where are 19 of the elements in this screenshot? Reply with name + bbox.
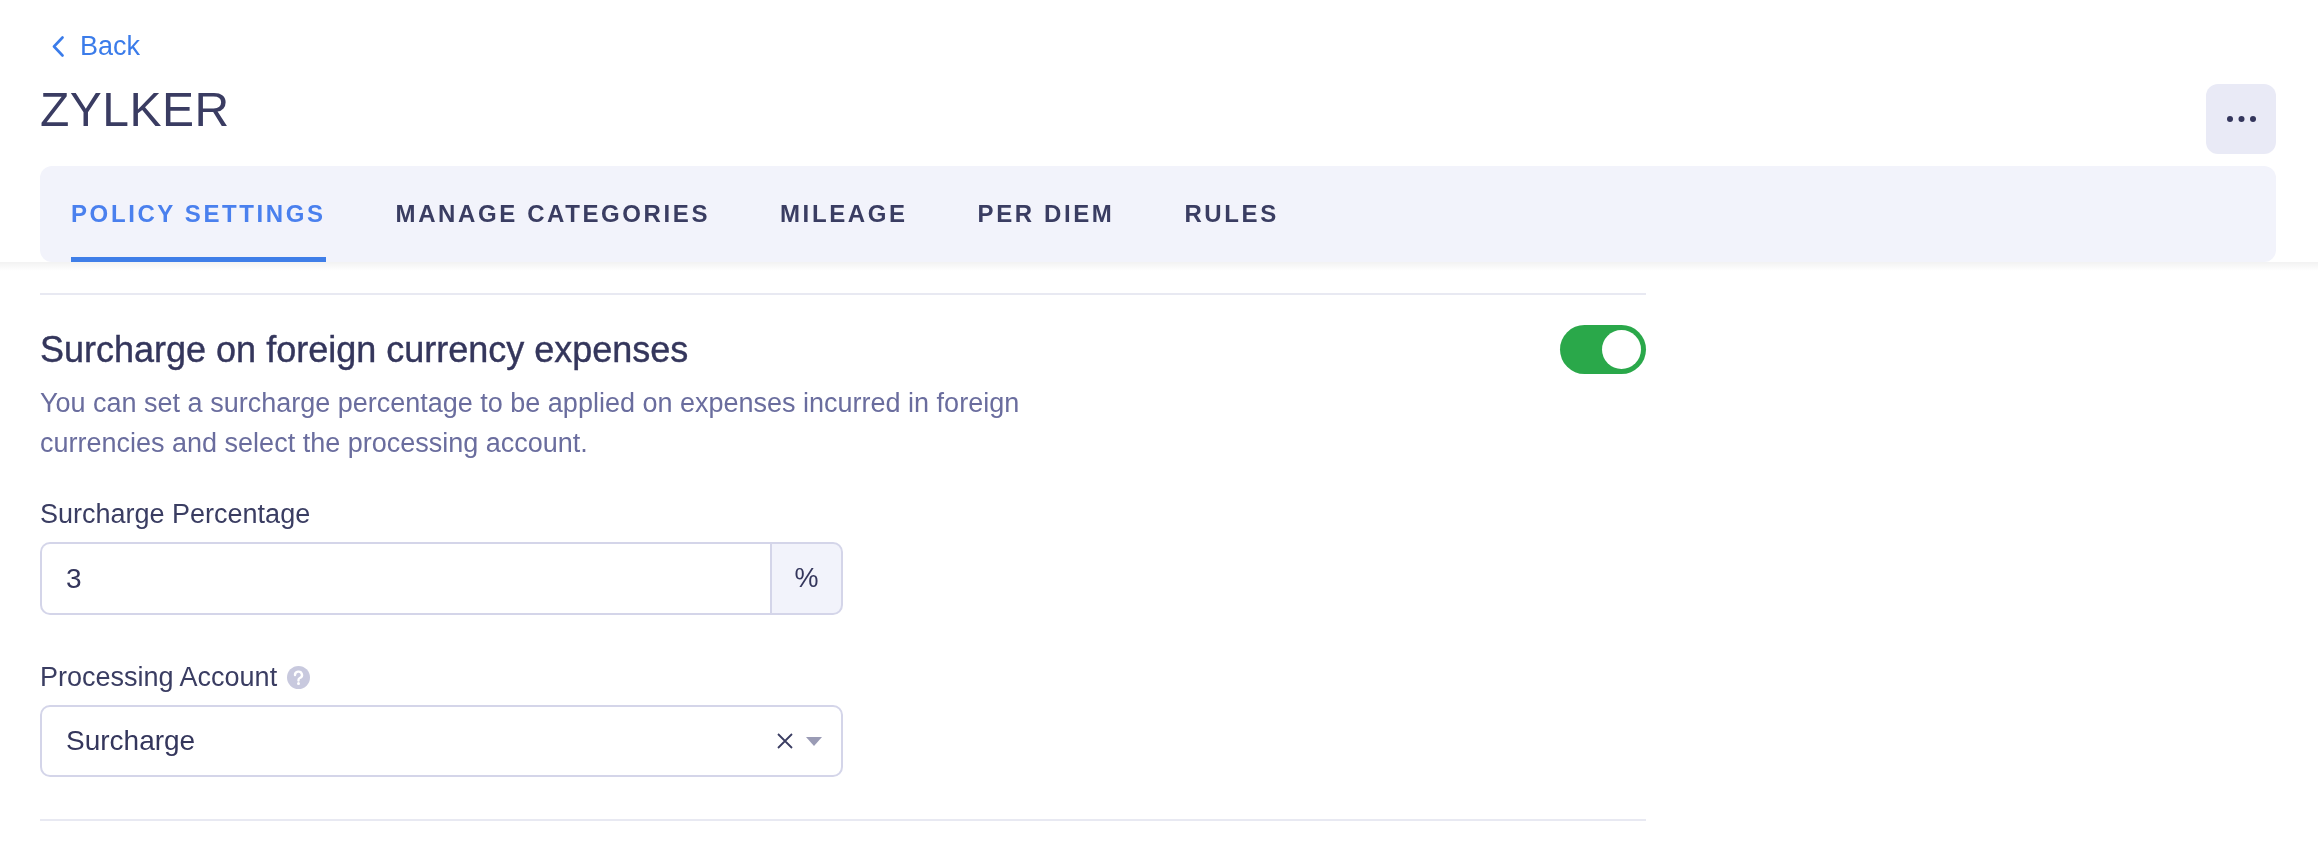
- tab[interactable]: RULES: [1184, 166, 1279, 262]
- caret-icon: [806, 736, 822, 746]
- tab[interactable]: MANAGE CATEGORIES: [395, 166, 711, 262]
- unit-suffix: %: [770, 542, 843, 615]
- dropdown-select[interactable]: Surcharge: [40, 705, 843, 777]
- section-heading: Surcharge on foreign currency expenses: [40, 327, 689, 372]
- clear-icon[interactable]: [777, 733, 793, 749]
- tab[interactable]: PER DIEM: [977, 166, 1115, 262]
- tab[interactable]: MILEAGE: [780, 166, 908, 262]
- section-description: You can set a surcharge percentage to be applied on expenses incurred in foreign currencies and select the processing account.: [40, 387, 1021, 460]
- back-link[interactable]: Back: [52, 31, 141, 61]
- chevron-left-icon: [52, 35, 64, 57]
- field-label: Surcharge Percentage: [40, 498, 311, 531]
- ellipsis-icon: [2226, 116, 2256, 122]
- page-title: ZYLKER: [40, 82, 230, 138]
- field-label: Processing Account: [40, 661, 278, 694]
- text-input[interactable]: 3: [40, 542, 770, 615]
- more-button[interactable]: [2206, 84, 2276, 154]
- toggle-switch[interactable]: [1560, 325, 1646, 374]
